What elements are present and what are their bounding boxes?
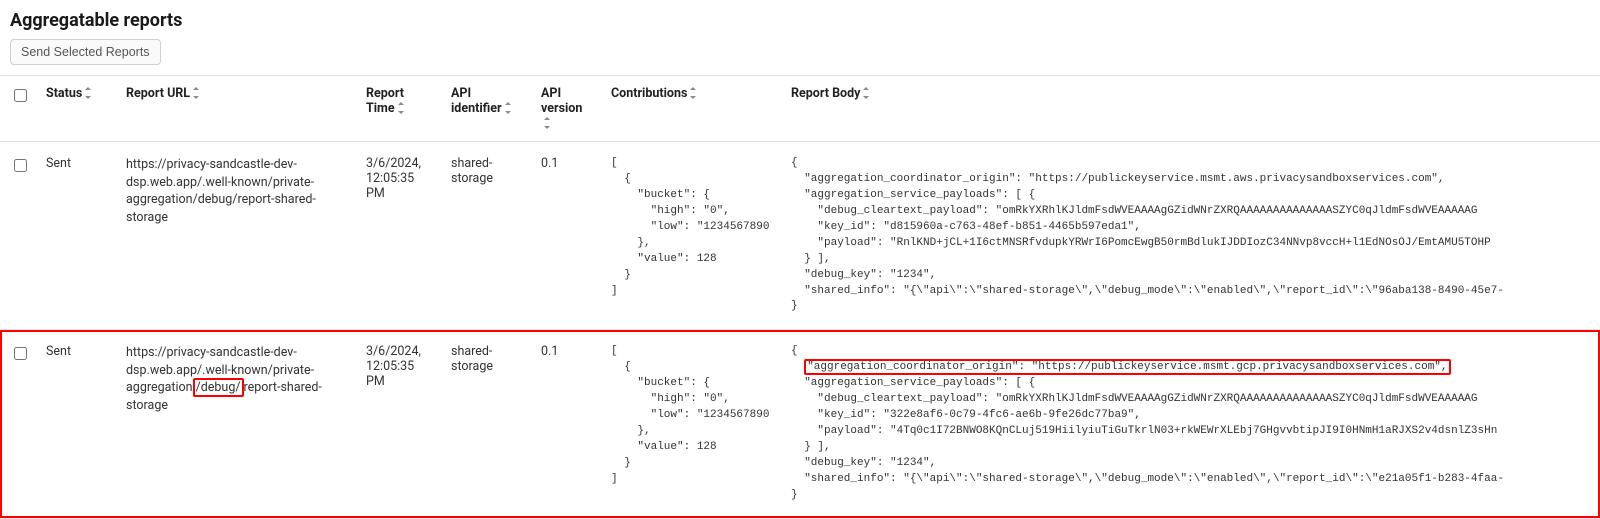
- reports-table: Status Report URL Report Time API identi…: [0, 76, 1600, 519]
- header-contributions[interactable]: Contributions: [601, 76, 781, 142]
- header-api-identifier[interactable]: API identifier: [441, 76, 531, 142]
- row-checkbox[interactable]: [14, 347, 27, 360]
- header-report-body[interactable]: Report Body: [781, 76, 1600, 142]
- table-row[interactable]: Senthttps://privacy-sandcastle-dev-dsp.w…: [0, 142, 1600, 330]
- select-all-checkbox[interactable]: [14, 89, 27, 102]
- table-row[interactable]: Senthttps://privacy-sandcastle-dev-dsp.w…: [0, 330, 1600, 518]
- report-url-cell: https://privacy-sandcastle-dev-dsp.web.a…: [116, 142, 356, 330]
- api-identifier-cell: shared-storage: [441, 142, 531, 330]
- report-body-cell: { "aggregation_coordinator_origin": "htt…: [781, 142, 1600, 330]
- sort-arrows-icon: [193, 89, 199, 97]
- contributions-cell: [ { "bucket": { "high": "0", "low": "123…: [601, 330, 781, 518]
- contributions-cell: [ { "bucket": { "high": "0", "low": "123…: [601, 142, 781, 330]
- report-time-cell: 3/6/2024, 12:05:35 PM: [356, 330, 441, 518]
- status-cell: Sent: [36, 142, 116, 330]
- header-status[interactable]: Status: [36, 76, 116, 142]
- status-cell: Sent: [36, 330, 116, 518]
- table-header-row: Status Report URL Report Time API identi…: [0, 76, 1600, 142]
- header-select-all[interactable]: [0, 76, 36, 142]
- report-time-cell: 3/6/2024, 12:05:35 PM: [356, 142, 441, 330]
- header-api-version[interactable]: API version: [531, 76, 601, 142]
- report-url-cell: https://privacy-sandcastle-dev-dsp.web.a…: [116, 330, 356, 518]
- api-identifier-cell: shared-storage: [441, 330, 531, 518]
- api-version-cell: 0.1: [531, 142, 601, 330]
- url-debug-annotation: /debug/: [193, 378, 244, 397]
- sort-arrows-icon: [398, 104, 404, 112]
- sort-arrows-icon: [505, 104, 511, 112]
- row-checkbox[interactable]: [14, 159, 27, 172]
- sort-arrows-icon: [863, 89, 869, 97]
- body-coordinator-annotation: "aggregation_coordinator_origin": "https…: [804, 359, 1450, 375]
- send-selected-reports-button[interactable]: Send Selected Reports: [10, 39, 161, 65]
- report-body-cell: { "aggregation_coordinator_origin": "htt…: [781, 330, 1600, 518]
- api-version-cell: 0.1: [531, 330, 601, 518]
- sort-arrows-icon: [544, 119, 550, 127]
- header-report-url[interactable]: Report URL: [116, 76, 356, 142]
- page-title: Aggregatable reports: [0, 0, 1600, 39]
- sort-arrows-icon: [690, 89, 696, 97]
- header-report-time[interactable]: Report Time: [356, 76, 441, 142]
- sort-arrows-icon: [85, 89, 91, 97]
